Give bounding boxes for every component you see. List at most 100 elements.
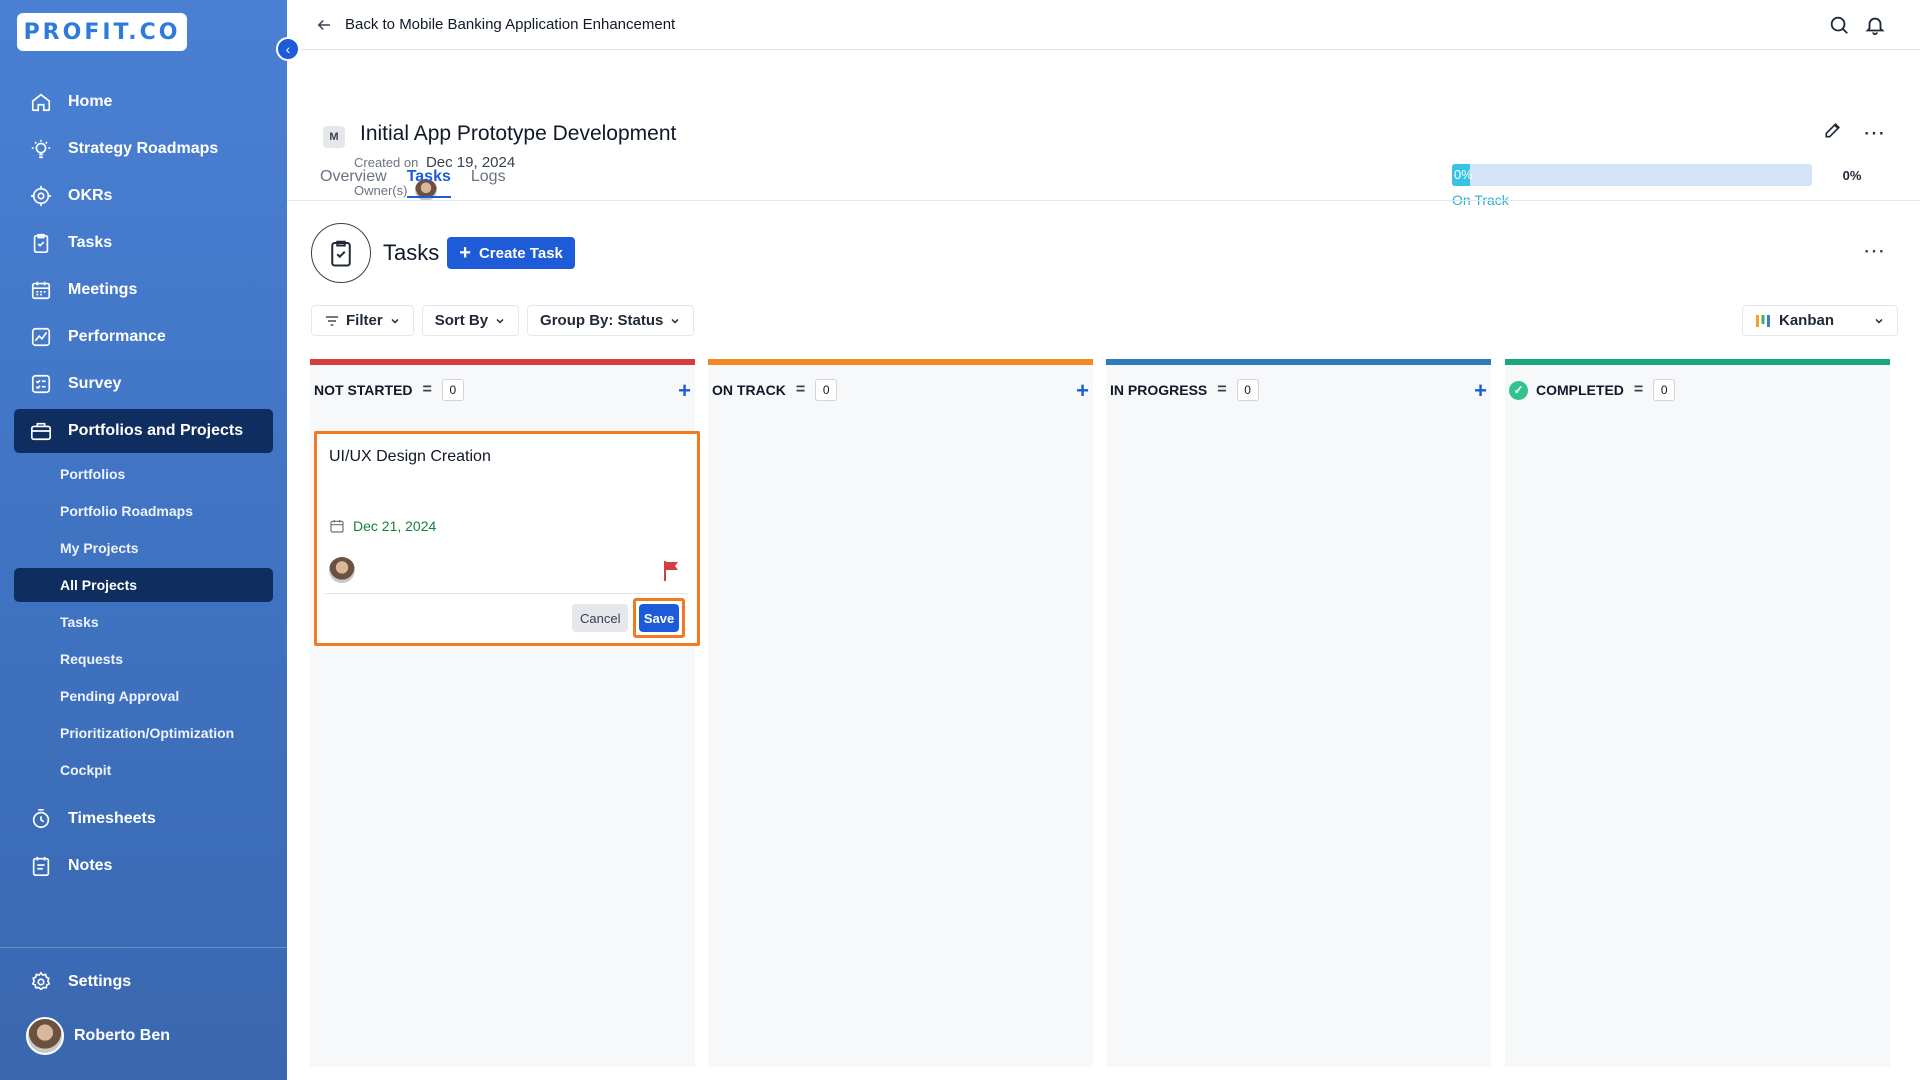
sidebar-item-label: Settings [68,973,132,990]
sidebar-subitem-my-projects[interactable]: My Projects [14,531,273,565]
user-profile[interactable]: Roberto Ben [26,1017,170,1055]
task-name[interactable]: UI/UX Design Creation [329,448,491,466]
equals-icon: = [422,381,432,398]
chevron-down-icon [496,318,504,324]
notes-icon [28,853,54,879]
collapse-sidebar-button[interactable]: ‹ [276,37,300,61]
clock-icon [28,806,54,832]
logo-text: PROFIT.CO [23,19,181,45]
profitco-logo[interactable]: PROFIT.CO [17,13,187,51]
view-select[interactable]: Kanban [1742,305,1898,336]
create-task-button[interactable]: + Create Task [447,237,575,269]
sidebar-item-okrs[interactable]: OKRs [14,174,273,218]
back-button[interactable] [311,12,337,38]
create-task-label: Create Task [478,244,563,262]
search-icon[interactable] [1828,14,1850,41]
arrow-left-icon [317,19,330,30]
sidebar-item-strategy-roadmaps[interactable]: Strategy Roadmaps [14,127,273,171]
sidebar-item-meetings[interactable]: Meetings [14,268,273,312]
equals-icon: = [1633,381,1644,398]
home-icon [28,89,54,115]
sidebar-item-label: Meetings [68,281,138,298]
sidebar: PROFIT.CO Home Strategy Roadmaps OKRs Ta… [0,0,287,1080]
sidebar-subitem-pending-approval[interactable]: Pending Approval [14,679,273,713]
top-bar: Back to Mobile Banking Application Enhan… [287,0,1920,50]
column-title: ON TRACK [712,382,786,398]
tab-tasks[interactable]: Tasks [406,168,451,198]
add-task-plus-icon[interactable]: + [1474,378,1487,404]
project-actions: ⋯ [1823,120,1886,145]
sidebar-item-performance[interactable]: Performance [14,315,273,359]
bell-icon[interactable] [1864,14,1886,41]
add-task-plus-icon[interactable]: + [678,378,691,404]
sidebar-item-label: Performance [68,328,166,345]
column-count: 0 [1653,379,1676,401]
survey-icon [28,371,54,397]
group-label: Group By: Status [540,312,664,329]
tab-logs[interactable]: Logs [471,168,506,198]
save-highlight: Save [633,598,685,638]
chevron-down-icon [1875,318,1883,324]
sidebar-item-label: Notes [68,857,113,874]
tasks-title: Tasks [383,240,440,265]
sort-by-button[interactable]: Sort By [421,305,520,336]
column-header: ON TRACK = 0 + [708,365,1093,415]
target-icon [28,183,54,209]
sidebar-item-label: Timesheets [68,810,156,827]
gear-icon [28,969,54,995]
progress-percent: 0% [1842,167,1862,183]
sidebar-subitem-requests[interactable]: Requests [14,642,273,676]
sidebar-subitem-portfolios[interactable]: Portfolios [14,457,273,491]
sidebar-divider [0,947,287,948]
sidebar-item-timesheets[interactable]: Timesheets [14,797,273,841]
sidebar-item-settings[interactable]: Settings [14,960,273,1004]
task-toolbar: Filter Sort By Group By: Status [311,305,695,336]
flag-icon[interactable] [663,560,681,587]
sidebar-bottom-nav: Settings [14,960,273,1007]
sidebar-item-notes[interactable]: Notes [14,844,273,888]
card-divider [325,593,689,594]
column-title: NOT STARTED [314,382,413,398]
pencil-icon[interactable] [1823,120,1843,145]
column-header: IN PROGRESS = 0 + [1106,365,1491,415]
more-options-icon[interactable]: ⋯ [1863,121,1886,143]
new-task-card[interactable]: UI/UX Design Creation Dec 21, 2024 Cance… [314,431,700,646]
sidebar-subitem-all-projects[interactable]: All Projects [14,568,273,602]
sidebar-subnav: Portfolios Portfolio Roadmaps My Project… [14,457,273,787]
sidebar-item-label: Tasks [68,234,113,251]
sidebar-subitem-cockpit[interactable]: Cockpit [14,753,273,787]
group-by-button[interactable]: Group By: Status [527,305,695,336]
progress-fill: 0% [1452,164,1473,186]
tasks-more-icon[interactable]: ⋯ [1863,238,1886,264]
filter-button[interactable]: Filter [311,305,414,336]
task-assignee-avatar[interactable] [329,557,355,583]
column-header: ✓ COMPLETED = 0 [1505,365,1890,415]
tasks-header: Tasks + Create Task [311,223,575,283]
sidebar-item-label: Survey [68,375,122,392]
sidebar-item-portfolios-and-projects[interactable]: Portfolios and Projects [14,409,273,453]
sidebar-item-home[interactable]: Home [14,80,273,124]
sidebar-item-label: OKRs [68,187,113,204]
task-due-date[interactable]: Dec 21, 2024 [329,518,436,534]
tab-overview[interactable]: Overview [320,168,387,198]
sidebar-subitem-prioritization[interactable]: Prioritization/Optimization [14,716,273,750]
sidebar-item-survey[interactable]: Survey [14,362,273,406]
equals-icon: = [795,381,806,398]
column-completed: ✓ COMPLETED = 0 [1505,359,1890,1067]
filter-label: Filter [346,312,383,329]
sidebar-item-label: Home [68,93,113,110]
sidebar-subitem-tasks[interactable]: Tasks [14,605,273,639]
sidebar-item-tasks[interactable]: Tasks [14,221,273,265]
column-in-progress: IN PROGRESS = 0 + [1106,359,1491,1067]
column-on-track: ON TRACK = 0 + [708,359,1093,1067]
briefcase-icon [28,418,54,444]
save-button[interactable]: Save [639,604,679,632]
project-badge: M [323,126,345,148]
chevron-down-icon [391,318,399,324]
cancel-button[interactable]: Cancel [572,604,629,632]
back-link[interactable]: Back to Mobile Banking Application Enhan… [345,16,675,33]
sidebar-subitem-portfolio-roadmaps[interactable]: Portfolio Roadmaps [14,494,273,528]
project-progress: 0% 0% On Track [1452,164,1861,208]
add-task-plus-icon[interactable]: + [1076,378,1089,404]
column-count: 0 [815,379,838,401]
